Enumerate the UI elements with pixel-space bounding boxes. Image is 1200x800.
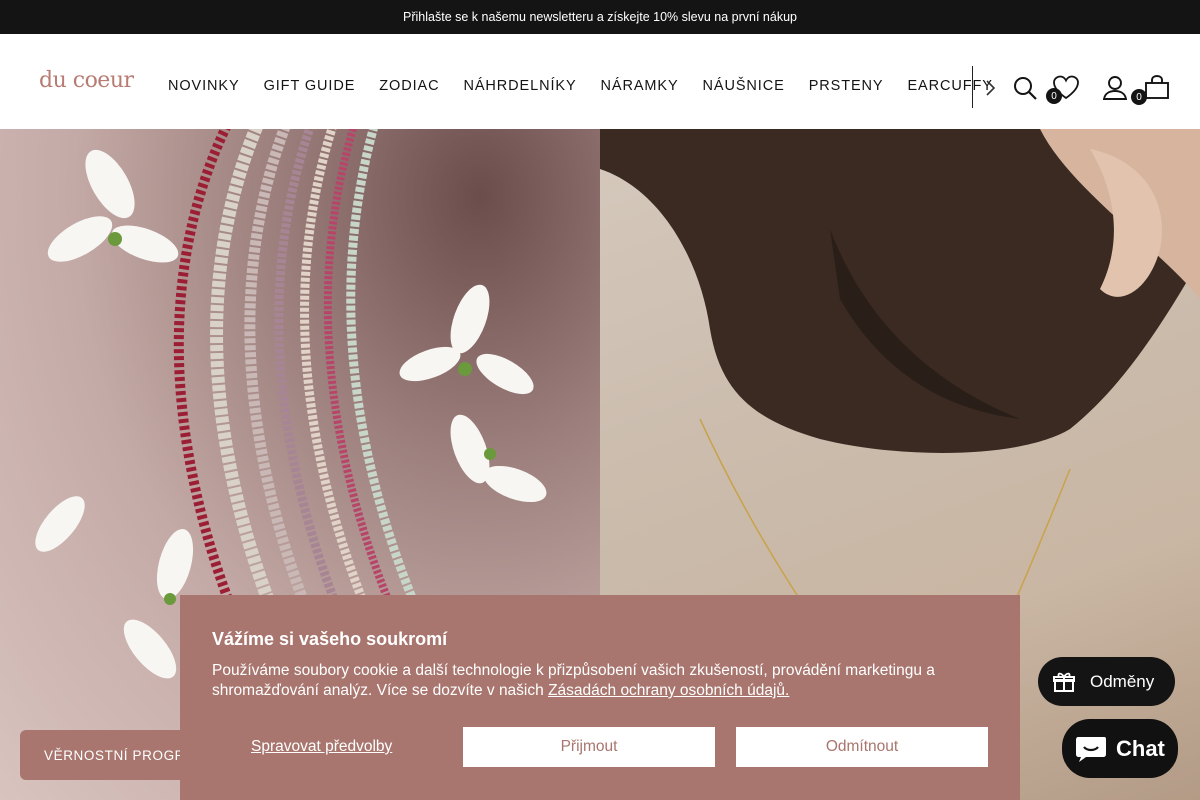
cart-count-badge: 0 (1131, 89, 1147, 105)
privacy-policy-link[interactable]: Zásadách ochrany osobních údajů. (548, 682, 789, 699)
chat-bubble-icon (1076, 736, 1106, 762)
site-header: du coeur NOVINKY GIFT GUIDE ZODIAC NÁHRD… (0, 34, 1200, 129)
manage-preferences-link[interactable]: Spravovat předvolby (251, 738, 392, 756)
main-nav: NOVINKY GIFT GUIDE ZODIAC NÁHRDELNÍKY NÁ… (168, 78, 993, 94)
cookie-title: Vážíme si vašeho soukromí (212, 629, 448, 649)
gift-icon (1053, 672, 1075, 692)
nav-item-nahrdelniky[interactable]: NÁHRDELNÍKY (463, 78, 576, 94)
wishlist-button[interactable]: 0 (1046, 74, 1082, 104)
user-icon[interactable] (1101, 74, 1129, 102)
nav-item-zodiac[interactable]: ZODIAC (379, 78, 439, 94)
cart-button[interactable]: 0 (1131, 74, 1173, 105)
nav-item-prsteny[interactable]: PRSTENY (809, 78, 884, 94)
nav-item-gift-guide[interactable]: GIFT GUIDE (264, 78, 356, 94)
nav-divider (972, 66, 973, 108)
cookie-banner: Vážíme si vašeho soukromí Používáme soub… (180, 595, 1020, 800)
accept-button[interactable]: Přijmout (463, 727, 715, 767)
nav-item-naramky[interactable]: NÁRAMKY (601, 78, 679, 94)
chat-button[interactable]: Chat (1062, 719, 1178, 778)
wishlist-count-badge: 0 (1046, 88, 1062, 104)
chat-label: Chat (1116, 735, 1165, 761)
search-icon[interactable] (1011, 74, 1039, 102)
rewards-button[interactable]: Odměny (1038, 657, 1175, 706)
nav-item-novinky[interactable]: NOVINKY (168, 78, 240, 94)
bag-icon (1145, 75, 1169, 99)
nav-item-nausnice[interactable]: NÁUŠNICE (703, 78, 785, 94)
announcement-text: Přihlašte se k našemu newsletteru a získ… (403, 10, 797, 24)
rewards-label: Odměny (1090, 671, 1155, 691)
decline-button[interactable]: Odmítnout (736, 727, 988, 767)
cookie-text: Používáme soubory cookie a další technol… (212, 661, 992, 701)
announcement-bar: Přihlašte se k našemu newsletteru a získ… (0, 0, 1200, 34)
chevron-right-icon[interactable] (980, 78, 1000, 98)
logo[interactable]: du coeur (39, 68, 134, 93)
